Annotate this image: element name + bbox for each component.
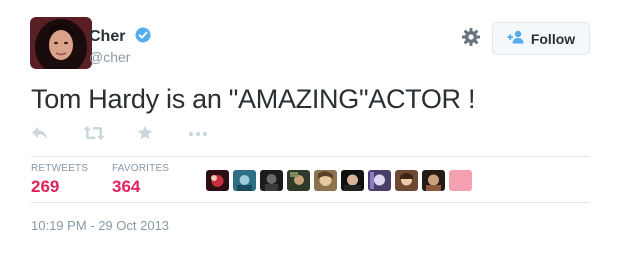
more-dots-icon[interactable] — [188, 127, 208, 145]
avatar[interactable] — [30, 17, 92, 69]
favoriter-avatar[interactable] — [287, 170, 310, 191]
favoriter-avatar[interactable] — [341, 170, 364, 191]
tweet-card: Cher @cher Follow Tom Hardy is an "AMAZI… — [0, 0, 625, 259]
reply-icon[interactable] — [31, 125, 49, 146]
divider-top — [31, 156, 590, 157]
favorites-label: FAVORITES — [112, 163, 170, 174]
retweets-stat[interactable]: RETWEETS 269 — [31, 163, 88, 197]
favoriter-avatar[interactable] — [368, 170, 391, 191]
verified-badge-icon — [135, 27, 151, 48]
favoriter-avatar[interactable] — [260, 170, 283, 191]
favoriter-avatar[interactable] — [422, 170, 445, 191]
gear-icon[interactable] — [461, 27, 481, 47]
favoriter-avatar[interactable] — [395, 170, 418, 191]
follow-user-icon — [507, 30, 525, 47]
follow-button[interactable]: Follow — [492, 22, 590, 55]
follow-button-label: Follow — [530, 30, 576, 47]
retweets-count: 269 — [31, 177, 60, 196]
favoriter-avatar[interactable] — [449, 170, 472, 191]
favorites-stat[interactable]: FAVORITES 364 — [112, 163, 169, 197]
retweet-icon[interactable] — [83, 125, 105, 146]
favoriter-avatar[interactable] — [314, 170, 337, 191]
favoriter-avatar[interactable] — [206, 170, 229, 191]
favorites-count: 364 — [112, 177, 141, 196]
user-handle[interactable]: @cher — [89, 49, 130, 65]
divider-bottom — [31, 202, 590, 203]
tweet-timestamp[interactable]: 10:19 PM - 29 Oct 2013 — [31, 218, 169, 233]
tweet-text: Tom Hardy is an "AMAZING"ACTOR ! — [31, 84, 476, 114]
favorite-star-icon[interactable] — [137, 125, 153, 146]
user-name[interactable]: Cher — [89, 27, 151, 48]
favoriter-avatar[interactable] — [233, 170, 256, 191]
retweets-label: RETWEETS — [31, 163, 89, 174]
user-name-text[interactable]: Cher — [89, 28, 125, 45]
